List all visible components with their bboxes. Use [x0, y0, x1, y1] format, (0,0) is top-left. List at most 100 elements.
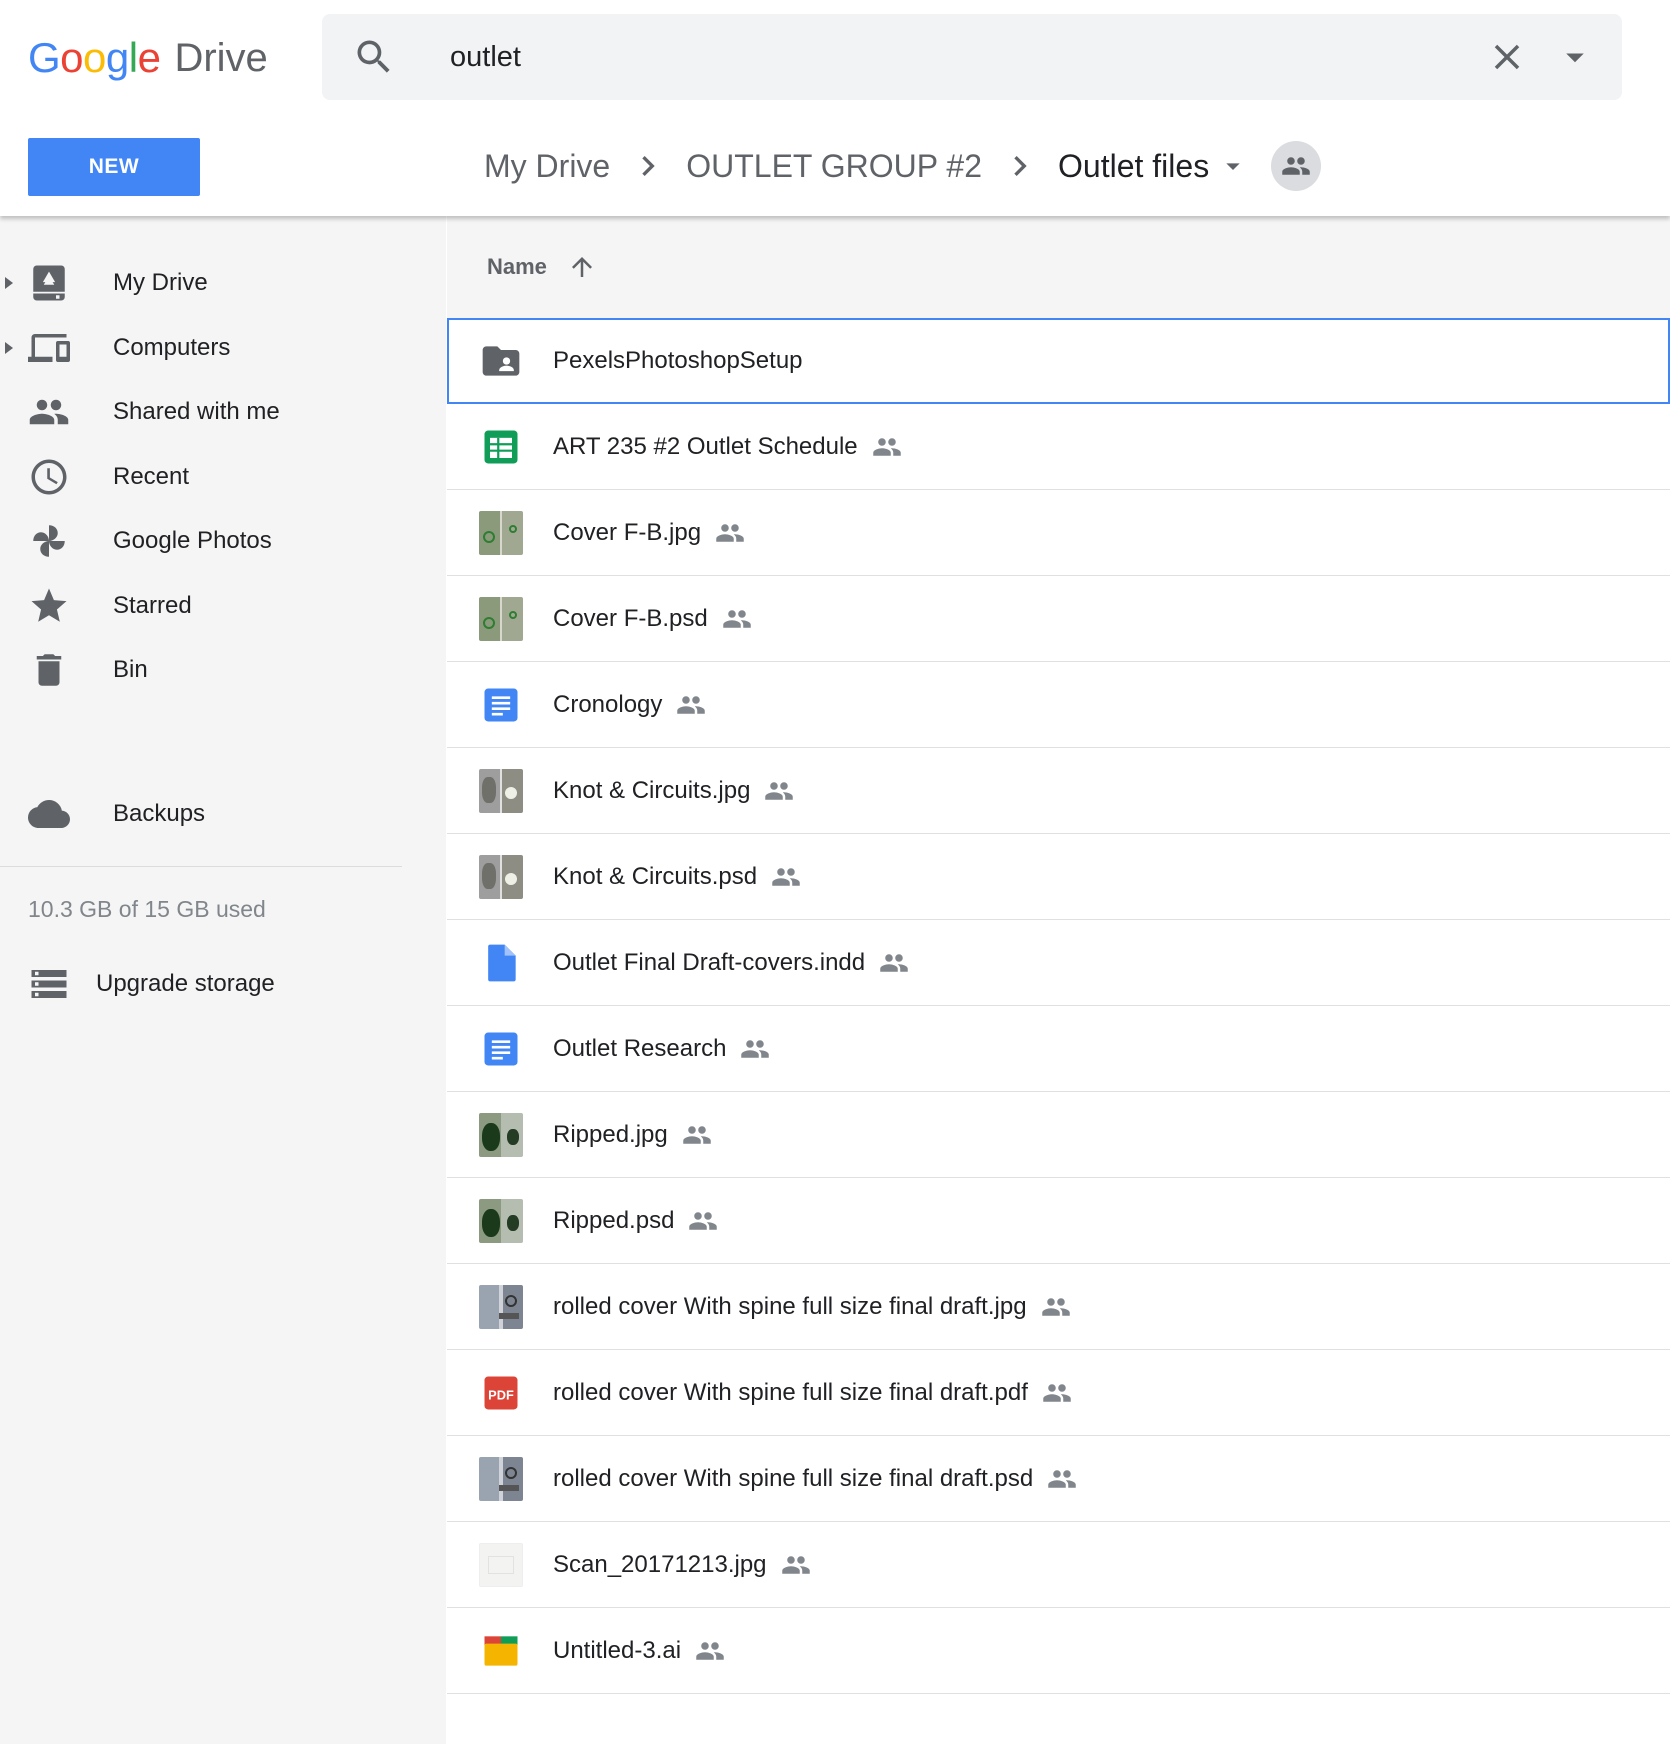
- generic-file-icon: [479, 941, 523, 985]
- sidebar-item-shared-with-me[interactable]: Shared with me: [0, 380, 446, 444]
- file-name: Outlet Final Draft-covers.indd: [553, 949, 866, 976]
- logo-letter: G: [28, 34, 61, 81]
- list-header: Name: [447, 216, 1670, 318]
- sidebar-item-label: Backups: [113, 800, 206, 827]
- file-row[interactable]: Outlet Research: [447, 1006, 1670, 1092]
- logo-letter: g: [105, 34, 129, 81]
- shared-people-icon: [764, 776, 794, 806]
- sidebar-item-backups[interactable]: Backups: [0, 782, 446, 846]
- file-row[interactable]: Cover F-B.psd: [447, 576, 1670, 662]
- shared-people-icon: [676, 690, 706, 720]
- sidebar-item-label: Starred: [113, 591, 192, 619]
- breadcrumb-my-drive[interactable]: My Drive: [484, 148, 610, 185]
- clock-icon: [28, 456, 70, 498]
- logo-letter: l: [128, 34, 138, 81]
- column-header-name[interactable]: Name: [487, 254, 547, 280]
- file-row[interactable]: ART 235 #2 Outlet Schedule: [447, 404, 1670, 490]
- file-name-cell: Outlet Research: [553, 1006, 770, 1092]
- search-input[interactable]: [450, 32, 1350, 82]
- shared-people-icon: [688, 1206, 718, 1236]
- sidebar-item-my-drive[interactable]: My Drive: [0, 251, 446, 315]
- sidebar-item-label: Bin: [113, 656, 148, 683]
- google-sheets-icon: [479, 425, 523, 469]
- google-drive-logo[interactable]: Google Drive: [28, 30, 268, 86]
- shared-people-icon: [781, 1550, 811, 1580]
- file-name: Ripped.psd: [553, 1207, 675, 1234]
- shared-folder-button[interactable]: [1271, 141, 1322, 191]
- file-row[interactable]: Ripped.jpg: [447, 1092, 1670, 1178]
- star-icon: [28, 585, 70, 627]
- file-row[interactable]: Outlet Final Draft-covers.indd: [447, 920, 1670, 1006]
- image-thumbnail: [479, 511, 523, 555]
- file-name-cell: Untitled-3.ai: [553, 1608, 725, 1694]
- image-thumbnail: [479, 855, 523, 899]
- sidebar-item-bin[interactable]: Bin: [0, 638, 446, 702]
- file-name-cell: PexelsPhotoshopSetup: [553, 318, 803, 404]
- file-name-cell: ART 235 #2 Outlet Schedule: [553, 404, 902, 490]
- file-row[interactable]: PDF rolled cover With spine full size fin…: [447, 1350, 1670, 1436]
- file-name-cell: Scan_20171213.jpg: [553, 1522, 811, 1608]
- file-name: rolled cover With spine full size final …: [553, 1465, 1034, 1492]
- image-thumbnail: [479, 769, 523, 813]
- file-name: Cronology: [553, 691, 663, 718]
- file-name: Cover F-B.psd: [553, 605, 708, 632]
- sidebar: My Drive Computers Shared with me Recent Goo…: [0, 216, 446, 1744]
- shared-people-icon: [872, 432, 902, 462]
- file-name-cell: Knot & Circuits.psd: [553, 834, 801, 920]
- sidebar-item-computers[interactable]: Computers: [0, 316, 446, 380]
- upgrade-storage-link[interactable]: Upgrade storage: [28, 962, 275, 1006]
- sidebar-item-recent[interactable]: Recent: [0, 445, 446, 509]
- expand-arrow-icon[interactable]: [3, 273, 15, 293]
- breadcrumb-outlet-group[interactable]: OUTLET GROUP #2: [686, 148, 982, 185]
- file-name: rolled cover With spine full size final …: [553, 1293, 1027, 1320]
- people-icon: [1282, 157, 1310, 175]
- file-name-cell: Ripped.jpg: [553, 1092, 712, 1178]
- sidebar-item-starred[interactable]: Starred: [0, 574, 446, 638]
- file-name: Ripped.jpg: [553, 1121, 668, 1148]
- file-row[interactable]: rolled cover With spine full size final …: [447, 1264, 1670, 1350]
- file-row[interactable]: Scan_20171213.jpg: [447, 1522, 1670, 1608]
- search-icon[interactable]: [352, 35, 396, 79]
- expand-arrow-icon[interactable]: [3, 338, 15, 358]
- file-name-cell: Ripped.psd: [553, 1178, 718, 1264]
- storage-usage: 10.3 GB of 15 GB used: [28, 896, 266, 922]
- search-bar: [322, 14, 1622, 100]
- sidebar-item-label: My Drive: [113, 269, 208, 296]
- file-row[interactable]: Knot & Circuits.jpg: [447, 748, 1670, 834]
- file-row[interactable]: Untitled-3.ai: [447, 1608, 1670, 1694]
- caret-down-icon[interactable]: [1554, 36, 1596, 78]
- file-name: PexelsPhotoshopSetup: [553, 347, 803, 374]
- file-row[interactable]: Cronology: [447, 662, 1670, 748]
- close-icon[interactable]: [1486, 36, 1528, 78]
- arrow-up-icon[interactable]: [567, 252, 597, 282]
- file-row[interactable]: Ripped.psd: [447, 1178, 1670, 1264]
- caret-down-icon[interactable]: [1217, 150, 1249, 182]
- image-thumbnail: [479, 1113, 523, 1157]
- file-row[interactable]: PexelsPhotoshopSetup: [447, 318, 1670, 404]
- illustrator-file-icon: [479, 1629, 523, 1673]
- file-name: Outlet Research: [553, 1035, 727, 1062]
- file-name: Scan_20171213.jpg: [553, 1551, 767, 1578]
- file-row[interactable]: Cover F-B.jpg: [447, 490, 1670, 576]
- image-thumbnail: [479, 1457, 523, 1501]
- my-drive-icon: [28, 262, 70, 304]
- file-name: rolled cover With spine full size final …: [553, 1379, 1028, 1406]
- file-name-cell: Outlet Final Draft-covers.indd: [553, 920, 909, 1006]
- shared-people-icon: [682, 1120, 712, 1150]
- chevron-right-icon: [1014, 156, 1027, 176]
- file-row[interactable]: rolled cover With spine full size final …: [447, 1436, 1670, 1522]
- file-name: Knot & Circuits.jpg: [553, 777, 751, 804]
- breadcrumb: My Drive OUTLET GROUP #2 Outlet files: [484, 134, 1322, 198]
- breadcrumb-current-folder[interactable]: Outlet files: [1058, 148, 1209, 185]
- shared-people-icon: [1047, 1464, 1077, 1494]
- logo-letter: o: [60, 34, 84, 81]
- new-button[interactable]: NEW: [28, 138, 200, 196]
- pinwheel-icon: [28, 520, 70, 562]
- logo-letter: e: [137, 34, 161, 81]
- file-row[interactable]: Knot & Circuits.psd: [447, 834, 1670, 920]
- file-name-cell: rolled cover With spine full size final …: [553, 1264, 1071, 1350]
- sidebar-item-google-photos[interactable]: Google Photos: [0, 509, 446, 573]
- google-docs-icon: [479, 683, 523, 727]
- google-docs-icon: [479, 1027, 523, 1071]
- sidebar-item-label: Computers: [113, 333, 231, 361]
